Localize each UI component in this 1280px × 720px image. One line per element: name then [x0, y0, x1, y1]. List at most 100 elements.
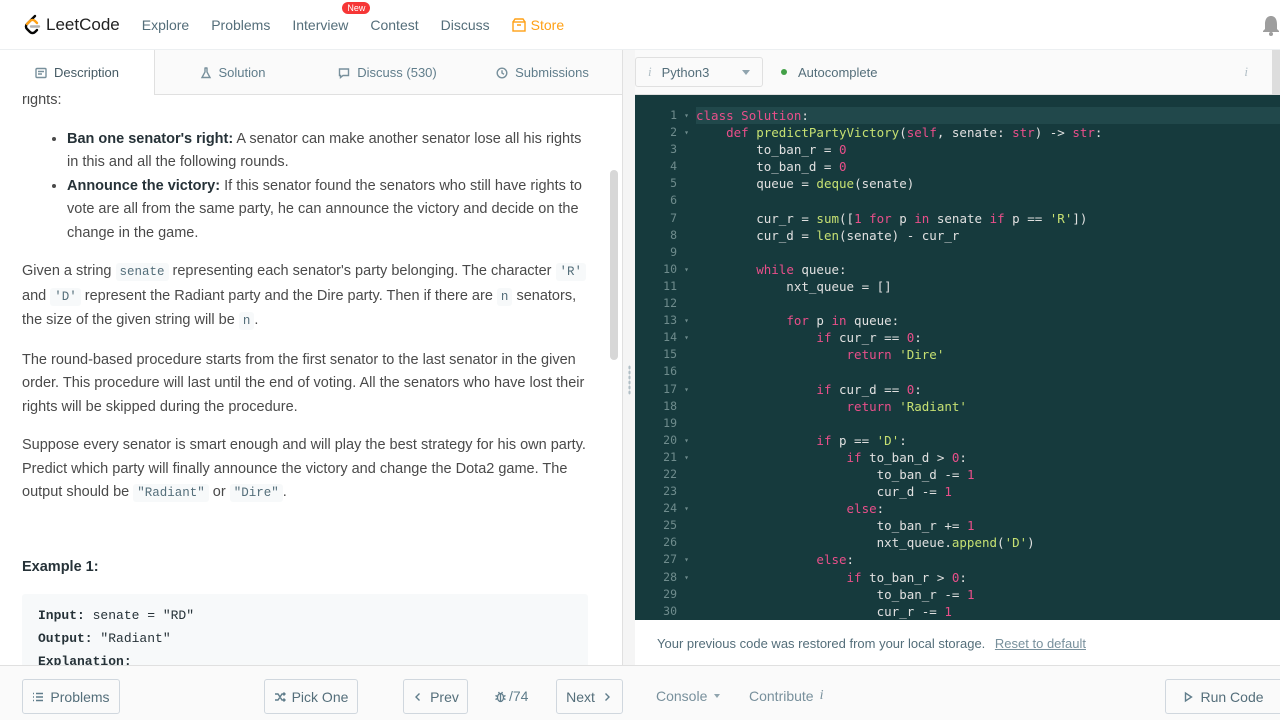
top-navbar: LeetCode Explore Problems Interview New …: [0, 0, 1280, 50]
code-line[interactable]: to_ban_r += 1: [696, 517, 1280, 534]
code-line[interactable]: [696, 363, 1280, 380]
pager-total: /74: [509, 688, 529, 704]
editor-toolbar: i Python3 Autocomplete i: [635, 50, 1280, 95]
code-line[interactable]: nxt_queue = []: [696, 278, 1280, 295]
line-number: 13 ▾: [635, 312, 692, 329]
code-line[interactable]: [696, 415, 1280, 432]
pick-one-button[interactable]: Pick One: [264, 679, 358, 714]
language-info-icon: i: [648, 64, 652, 79]
example-output: Output: "Radiant": [38, 627, 572, 650]
example-block: Input: senate = "RD" Output: "Radiant" E…: [22, 594, 588, 665]
nav-contest[interactable]: Contest: [370, 17, 418, 33]
run-code-button[interactable]: Run Code: [1165, 679, 1280, 714]
chevron-down-icon: [714, 694, 721, 698]
text-span: and: [22, 287, 51, 304]
language-select[interactable]: i Python3: [635, 57, 763, 87]
code-line[interactable]: for p in queue:: [696, 312, 1280, 329]
text-span: represent the Radiant party and the Dire…: [80, 287, 497, 304]
contribute-link[interactable]: Contribute i: [749, 688, 823, 704]
code-line[interactable]: if to_ban_d > 0:: [696, 449, 1280, 466]
problem-pager[interactable]: /74: [494, 688, 528, 704]
code-line[interactable]: cur_r -= 1: [696, 603, 1280, 620]
example-explanation: Explanation:: [38, 650, 572, 665]
code-line[interactable]: if p == 'D':: [696, 432, 1280, 449]
tab-discuss[interactable]: Discuss (530): [310, 50, 465, 95]
code-editor[interactable]: 1 ▾ 2 ▾ 3 4 5 6 7 8 9 10 ▾ 11 12 13 ▾ 14 ▾ 15 16 17 ▾ 18 19 20 ▾ 21…: [635, 95, 1280, 620]
reset-to-default-link[interactable]: Reset to default: [995, 636, 1086, 651]
chevron-left-icon: [415, 692, 421, 701]
code-line[interactable]: cur_d = len(senate) - cur_r: [696, 227, 1280, 244]
description-scrollbar[interactable]: [610, 170, 618, 360]
tab-solution[interactable]: Solution: [155, 50, 310, 95]
code-line[interactable]: to_ban_r -= 1: [696, 586, 1280, 603]
code-line[interactable]: queue = deque(senate): [696, 175, 1280, 192]
line-number: 30: [663, 603, 677, 618]
nav-store-label: Store: [530, 16, 565, 33]
code-line[interactable]: class Solution:: [696, 107, 1280, 125]
nav-problems[interactable]: Problems: [211, 17, 270, 33]
code-line[interactable]: [696, 244, 1280, 261]
pane-splitter[interactable]: [622, 50, 635, 665]
nav-discuss[interactable]: Discuss: [441, 17, 490, 33]
code-line[interactable]: return 'Dire': [696, 346, 1280, 363]
leetcode-logo[interactable]: LeetCode: [22, 14, 120, 36]
code-line[interactable]: if to_ban_r > 0:: [696, 569, 1280, 586]
prev-button[interactable]: Prev: [403, 679, 468, 714]
store-icon: [511, 17, 526, 32]
line-number: 25: [663, 518, 677, 533]
line-number-gutter: 1 ▾ 2 ▾ 3 4 5 6 7 8 9 10 ▾ 11 12 13 ▾ 14 ▾ 15 16 17 ▾ 18 19 20 ▾ 21…: [635, 107, 692, 620]
restore-notice: Your previous code was restored from you…: [635, 620, 1280, 665]
fold-chevron-icon[interactable]: ▾: [684, 381, 689, 398]
fold-chevron-icon[interactable]: ▾: [684, 551, 689, 568]
code-line[interactable]: def predictPartyVictory(self, senate: st…: [696, 124, 1280, 141]
problems-list-button[interactable]: Problems: [22, 679, 120, 714]
next-button[interactable]: Next: [556, 679, 623, 714]
code-line[interactable]: cur_d -= 1: [696, 483, 1280, 500]
tab-description[interactable]: Description: [0, 50, 155, 95]
console-label: Console: [656, 688, 708, 704]
fold-chevron-icon[interactable]: ▾: [684, 124, 689, 141]
line-number: 19: [663, 415, 677, 430]
fold-chevron-icon[interactable]: ▾: [684, 261, 689, 278]
notification-bell-icon[interactable]: [1262, 14, 1280, 36]
code-line[interactable]: nxt_queue.append('D'): [696, 534, 1280, 551]
code-line[interactable]: to_ban_d -= 1: [696, 466, 1280, 483]
fold-chevron-icon[interactable]: ▾: [684, 312, 689, 329]
fold-chevron-icon[interactable]: ▾: [684, 432, 689, 449]
nav-interview[interactable]: Interview New: [292, 1, 371, 33]
fold-chevron-icon[interactable]: ▾: [684, 500, 689, 517]
code-line[interactable]: else:: [696, 500, 1280, 517]
example-explanation-label: Explanation:: [38, 654, 132, 665]
tab-submissions-label: Submissions: [515, 65, 589, 80]
code-line[interactable]: if cur_d == 0:: [696, 381, 1280, 398]
code-line[interactable]: cur_r = sum([1 for p in senate if p == '…: [696, 210, 1280, 227]
fold-chevron-icon[interactable]: ▾: [684, 449, 689, 466]
nav-explore[interactable]: Explore: [142, 17, 189, 33]
autocomplete-toggle[interactable]: Autocomplete: [781, 65, 878, 80]
fold-chevron-icon[interactable]: ▾: [684, 569, 689, 586]
code-line[interactable]: if cur_r == 0:: [696, 329, 1280, 346]
code-line[interactable]: else:: [696, 551, 1280, 568]
inline-code: 'D': [50, 287, 81, 306]
editor-info-icon[interactable]: i: [1244, 64, 1248, 80]
bullet-title: Announce the victory:: [67, 177, 221, 194]
code-area[interactable]: class Solution: def predictPartyVictory(…: [696, 107, 1280, 620]
contribute-label: Contribute: [749, 688, 814, 704]
code-line[interactable]: [696, 295, 1280, 312]
example-input: Input: senate = "RD": [38, 604, 572, 627]
code-line[interactable]: [696, 192, 1280, 209]
example-input-label: Input:: [38, 608, 85, 623]
line-number: 23: [663, 484, 677, 499]
description-paragraph: The round-based procedure starts from th…: [22, 351, 585, 415]
nav-store[interactable]: Store: [511, 16, 565, 33]
status-dot-icon: [781, 69, 787, 75]
console-toggle[interactable]: Console: [656, 688, 721, 704]
code-line[interactable]: return 'Radiant': [696, 398, 1280, 415]
code-line[interactable]: to_ban_d = 0: [696, 158, 1280, 175]
code-line[interactable]: while queue:: [696, 261, 1280, 278]
fold-chevron-icon[interactable]: ▾: [684, 107, 689, 124]
tab-submissions[interactable]: Submissions: [465, 50, 620, 95]
fold-chevron-icon[interactable]: ▾: [684, 329, 689, 346]
text-span: or: [208, 484, 230, 500]
code-line[interactable]: to_ban_r = 0: [696, 141, 1280, 158]
